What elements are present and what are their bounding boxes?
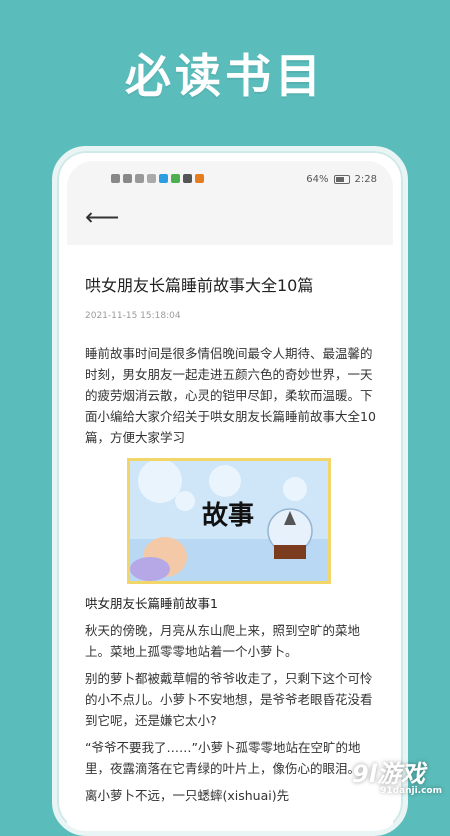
section-title: 哄女朋友长篇睡前故事1 — [85, 596, 218, 611]
article-date: 2021-11-15 15:18:04 — [85, 311, 181, 321]
status-right: 64% 2:28 — [306, 174, 377, 185]
clock: 2:28 — [354, 174, 377, 185]
story-paragraph: 别的萝卜都被戴草帽的爷爷收走了，只剩下这个可怜的小不点儿。小萝卜不安地想，是爷爷… — [85, 671, 373, 728]
cart-icon — [195, 174, 204, 183]
page-headline: 必读书目 — [125, 49, 325, 103]
phone-frame: 64% 2:28 ⟵ 哄女朋友长篇睡前故事大全10篇 2021-11-15 15… — [52, 146, 408, 836]
story-paragraph: 秋天的傍晚，月亮从东山爬上来，照到空旷的菜地上。菜地上孤零零地站着一个小萝卜。 — [85, 623, 361, 659]
banner-text: 故事 — [202, 501, 255, 531]
hd-icon — [111, 174, 120, 183]
sim-icon — [123, 174, 132, 183]
battery-percent: 64% — [306, 174, 329, 185]
app-icon — [159, 174, 168, 183]
back-arrow-icon[interactable]: ⟵ — [85, 205, 119, 229]
status-bar: 64% 2:28 — [67, 171, 393, 191]
app-icon — [171, 174, 180, 183]
status-icons — [111, 174, 204, 183]
phone-screen: 64% 2:28 ⟵ 哄女朋友长篇睡前故事大全10篇 2021-11-15 15… — [67, 161, 393, 831]
site-watermark: 9l游戏 91danji.com — [352, 754, 442, 796]
article-intro: 睡前故事时间是很多情侣晚间最令人期待、最温馨的时刻，男女朋友一起走进五颜六色的奇… — [85, 346, 376, 445]
story-paragraph: 离小萝卜不远，一只蟋蟀(xishuai)先 — [85, 788, 290, 803]
banner-image: 故事 — [127, 458, 331, 584]
battery-icon — [333, 175, 350, 184]
wifi-icon — [147, 174, 156, 183]
article-title: 哄女朋友长篇睡前故事大全10篇 — [85, 276, 314, 295]
watermark-logo: 9l游戏 — [352, 760, 425, 788]
signal-icon — [135, 174, 144, 183]
story-paragraph: “爷爷不要我了……”小萝卜孤零零地站在空旷的地里，夜露滴落在它青绿的叶片上，像伤… — [85, 740, 361, 776]
top-bar: 64% 2:28 ⟵ — [67, 161, 393, 245]
article: 哄女朋友长篇睡前故事大全10篇 2021-11-15 15:18:04 睡前故事… — [85, 245, 379, 806]
watermark-url: 91danji.com — [380, 786, 442, 796]
message-icon — [183, 174, 192, 183]
